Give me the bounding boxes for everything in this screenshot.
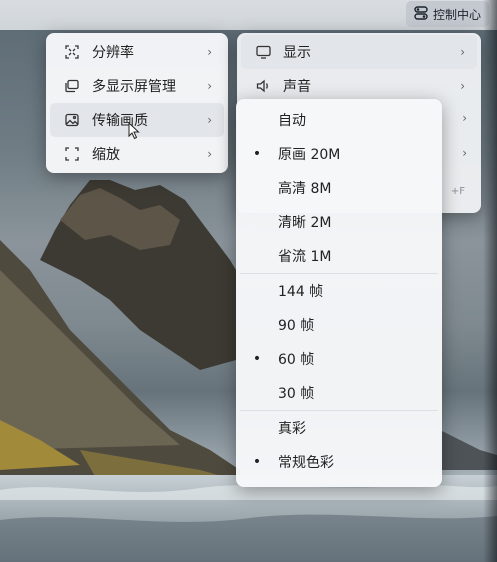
fps-option-60[interactable]: • 60 帧 [236, 342, 442, 376]
menu-item-label: 显示 [283, 45, 311, 61]
option-label: 常规色彩 [278, 455, 334, 471]
quality-option-saver-1m[interactable]: 省流 1M [236, 239, 442, 273]
toggle-switch-icon [414, 5, 428, 23]
chevron-right-icon: › [207, 45, 212, 59]
option-label: 高清 8M [278, 181, 332, 197]
main-context-menu: 分辨率 › 多显示屏管理 › 传输画质 › 缩放 › [46, 33, 228, 173]
control-center-button[interactable]: 控制中心 [405, 1, 489, 27]
quality-option-hd-8m[interactable]: 高清 8M [236, 171, 442, 205]
option-label: 30 帧 [278, 386, 315, 402]
chevron-right-icon: › [462, 111, 467, 125]
mouse-cursor-icon [128, 121, 140, 144]
shortcut-hint: +F [450, 186, 465, 197]
chevron-right-icon: › [460, 79, 465, 93]
option-label: 原画 20M [278, 147, 341, 163]
quality-option-original-20m[interactable]: • 原画 20M [236, 137, 442, 171]
menu-item-label: 分辨率 [92, 45, 134, 61]
option-label: 省流 1M [278, 249, 332, 265]
option-label: 144 帧 [278, 284, 324, 300]
option-label: 60 帧 [278, 352, 315, 368]
quality-option-clear-2m[interactable]: 清晰 2M [236, 205, 442, 239]
menu-item-resolution[interactable]: 分辨率 › [50, 35, 224, 69]
menu-item-display[interactable]: 显示 › [241, 35, 477, 69]
chevron-right-icon: › [460, 45, 465, 59]
selected-dot-icon: • [252, 454, 262, 470]
option-label: 真彩 [278, 421, 306, 437]
color-option-standard[interactable]: • 常规色彩 [236, 445, 442, 479]
multi-display-icon [64, 78, 80, 94]
fps-option-144[interactable]: 144 帧 [236, 274, 442, 308]
zoom-icon [64, 146, 80, 162]
chevron-right-icon: › [207, 113, 212, 127]
monitor-icon [255, 44, 271, 60]
selected-dot-icon: • [252, 146, 262, 162]
menu-item-label: 声音 [283, 79, 311, 95]
control-center-label: 控制中心 [432, 7, 481, 22]
color-option-true-color[interactable]: 真彩 [236, 411, 442, 445]
quality-group-framerate: 144 帧 90 帧 • 60 帧 30 帧 [236, 274, 442, 410]
menu-item-label: 缩放 [92, 147, 120, 163]
screen-edge-shadow [483, 0, 497, 562]
quality-group-bitrate: 自动 • 原画 20M 高清 8M 清晰 2M 省流 1M [236, 103, 442, 273]
chevron-right-icon: › [207, 79, 212, 93]
quality-group-color: 真彩 • 常规色彩 [236, 411, 442, 479]
resolution-icon [64, 44, 80, 60]
menu-item-label: 多显示屏管理 [92, 79, 176, 95]
menu-item-multi-display[interactable]: 多显示屏管理 › [50, 69, 224, 103]
image-quality-icon [64, 112, 80, 128]
fps-option-30[interactable]: 30 帧 [236, 376, 442, 410]
fps-option-90[interactable]: 90 帧 [236, 308, 442, 342]
menu-item-label: 传输画质 [92, 113, 148, 129]
chevron-right-icon: › [207, 147, 212, 161]
selected-dot-icon: • [252, 351, 262, 367]
chevron-right-icon: › [462, 146, 467, 160]
option-label: 清晰 2M [278, 215, 332, 231]
option-label: 90 帧 [278, 318, 315, 334]
top-toolbar: 控制中心 [0, 0, 497, 30]
menu-item-sound[interactable]: 声音 › [241, 69, 477, 103]
transmission-quality-submenu: 自动 • 原画 20M 高清 8M 清晰 2M 省流 1M 144 帧 90 帧 [236, 99, 442, 487]
speaker-icon [255, 78, 271, 94]
quality-option-auto[interactable]: 自动 [236, 103, 442, 137]
option-label: 自动 [278, 113, 306, 129]
